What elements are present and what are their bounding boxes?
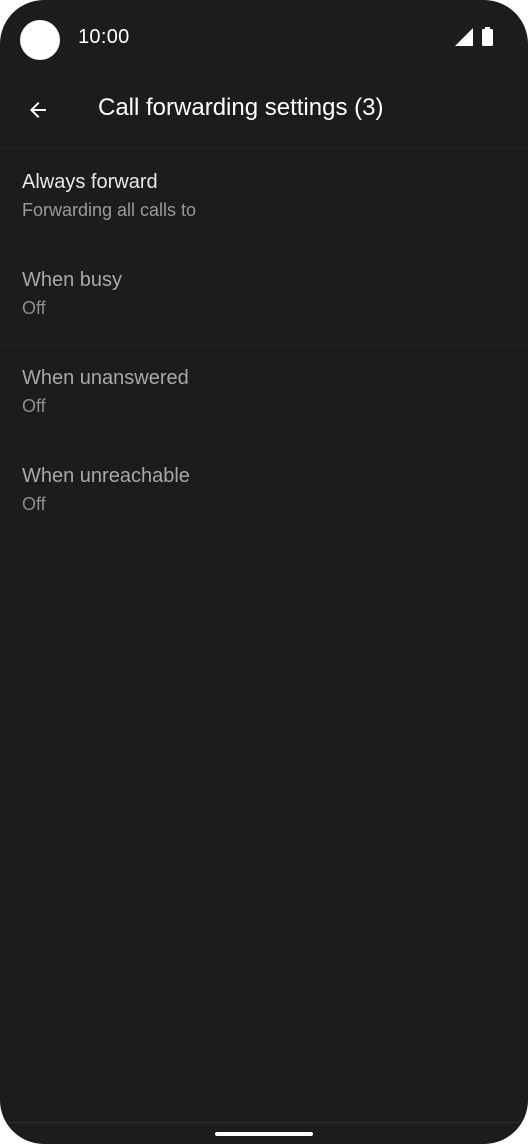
back-button[interactable]	[14, 86, 62, 134]
pref-when-unreachable[interactable]: When unreachable Off	[0, 443, 528, 541]
app-bar: Call forwarding settings (3)	[0, 76, 528, 149]
pref-title: When busy	[22, 269, 123, 291]
pref-summary: Off	[22, 396, 46, 416]
pref-when-unanswered[interactable]: When unanswered Off	[0, 345, 528, 443]
battery-icon	[482, 27, 493, 46]
pref-title: Always forward	[22, 171, 158, 193]
phone-screen: 10:00 Call forwarding settings (3) Alway…	[0, 0, 528, 1144]
status-bar: 10:00	[0, 0, 528, 76]
pref-title: When unreachable	[22, 465, 190, 487]
pref-summary: Off	[22, 298, 46, 318]
arrow-back-icon	[30, 102, 46, 118]
pref-summary: Off	[22, 494, 46, 514]
pref-title: When unanswered	[22, 367, 189, 389]
pref-always-forward[interactable]: Always forward Forwarding all calls to	[0, 149, 528, 247]
camera-cutout	[20, 20, 60, 60]
signal-icon	[455, 28, 473, 46]
nav-bar-divider	[0, 1122, 528, 1123]
pref-summary: Forwarding all calls to	[22, 200, 197, 220]
pref-when-busy[interactable]: When busy Off	[0, 247, 528, 345]
home-gesture-handle[interactable]	[215, 1132, 313, 1136]
preference-list: Always forward Forwarding all calls to W…	[0, 149, 528, 541]
page-title: Call forwarding settings (3)	[98, 94, 384, 121]
status-clock: 10:00	[78, 26, 130, 48]
